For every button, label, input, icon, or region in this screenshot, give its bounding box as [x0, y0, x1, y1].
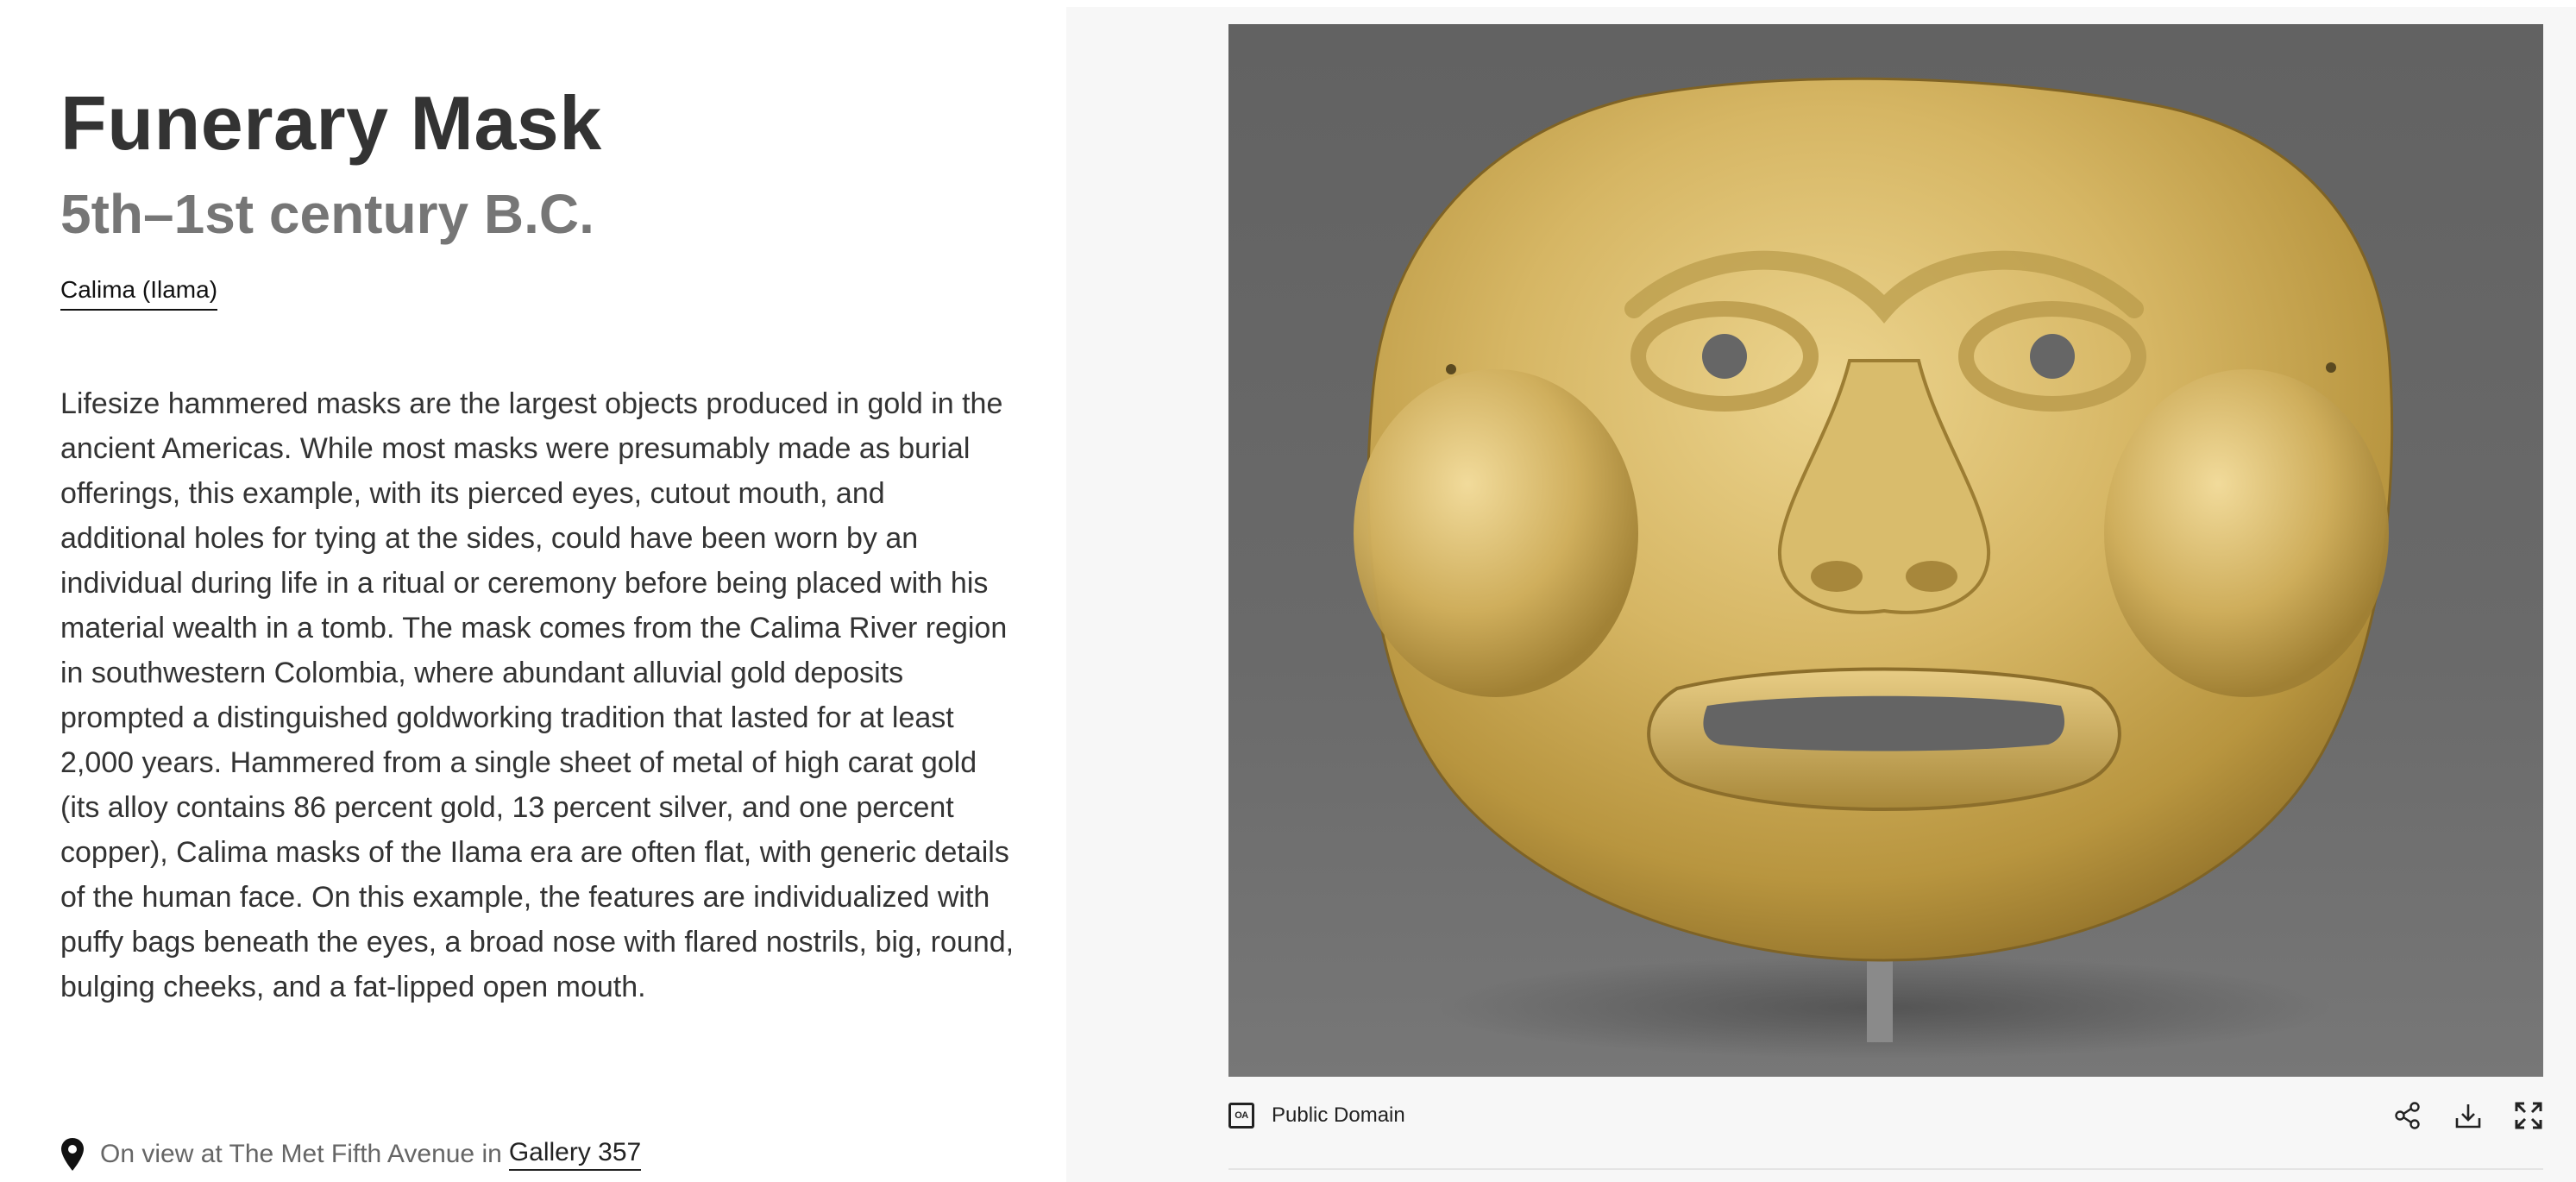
open-access-icon: OA — [1228, 1103, 1254, 1129]
share-icon — [2395, 1102, 2420, 1129]
fullscreen-icon — [2515, 1102, 2542, 1129]
funerary-mask-image — [1354, 77, 2394, 1059]
object-description: Lifesize hammered masks are the largest … — [60, 387, 1015, 1003]
divider — [1228, 1168, 2543, 1170]
download-button[interactable] — [2453, 1101, 2483, 1130]
image-tools — [2393, 1101, 2543, 1130]
license-label: Public Domain — [1272, 1103, 1405, 1127]
object-date: 5th–1st century B.C. — [60, 183, 594, 245]
map-pin-icon — [60, 1137, 85, 1172]
artwork-image[interactable] — [1228, 24, 2543, 1077]
fullscreen-button[interactable] — [2514, 1101, 2543, 1130]
image-credit-row: OA Public Domain — [1228, 1092, 2543, 1139]
on-view-location: On view at The Met Fifth Avenue in Galle… — [60, 1130, 642, 1179]
gallery-link[interactable]: Gallery 357 — [508, 1138, 642, 1171]
object-title: Funerary Mask — [60, 80, 602, 166]
share-button[interactable] — [2393, 1101, 2422, 1130]
on-view-text: On view at The Met Fifth Avenue in — [100, 1140, 502, 1168]
culture-link[interactable]: Calima (Ilama) — [60, 273, 218, 311]
object-info-panel: Funerary Mask 5th–1st century B.C. Calim… — [0, 0, 1066, 1182]
download-icon — [2455, 1104, 2481, 1129]
image-panel: OA Public Domain — [1066, 7, 2576, 1182]
